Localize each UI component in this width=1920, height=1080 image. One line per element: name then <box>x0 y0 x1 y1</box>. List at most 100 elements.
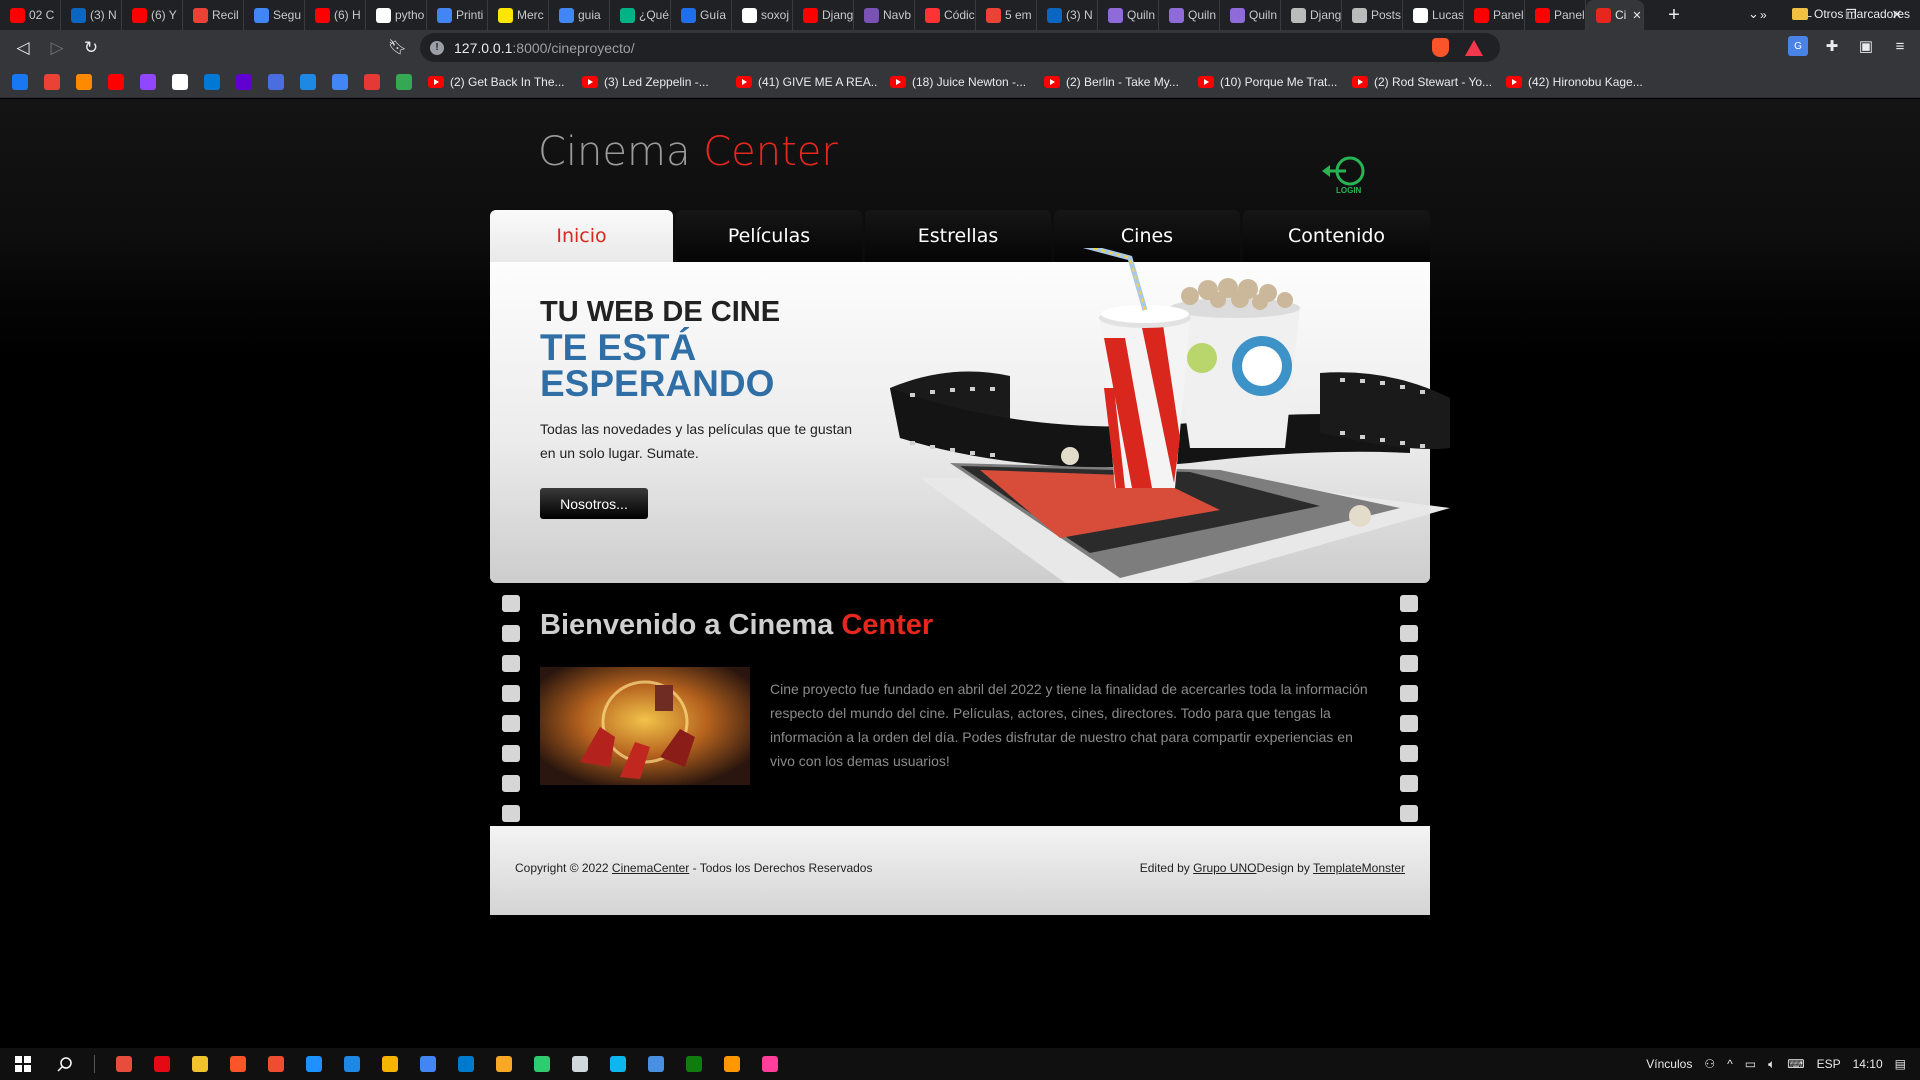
taskbar-app-icon[interactable] <box>371 1048 409 1080</box>
taskbar-app-icon[interactable] <box>181 1048 219 1080</box>
taskbar-app-icon[interactable] <box>219 1048 257 1080</box>
bookmark-favicon-icon[interactable] <box>204 73 220 90</box>
taskbar-app-icon[interactable] <box>675 1048 713 1080</box>
links-toolbar-label[interactable]: Vínculos <box>1646 1057 1692 1071</box>
browser-tab[interactable]: Recil <box>183 0 244 30</box>
login-label[interactable]: LOGIN <box>1336 186 1361 195</box>
bookmark-page-icon[interactable]: 🔖︎ <box>388 38 407 56</box>
taskbar-app-icon[interactable] <box>713 1048 751 1080</box>
nav-tab-inicio[interactable]: Inicio <box>490 210 673 262</box>
translate-icon[interactable]: G <box>1788 36 1808 56</box>
browser-tab-active[interactable]: Ci ✕ <box>1586 0 1644 30</box>
bookmark-item[interactable]: (2) Get Back In The... <box>428 75 570 89</box>
taskbar-app-icon[interactable] <box>485 1048 523 1080</box>
people-icon[interactable]: ⚇ <box>1704 1057 1715 1071</box>
bookmark-item[interactable]: (10) Porque Me Trat... <box>1198 75 1340 89</box>
bookmark-favicon-icon[interactable] <box>396 73 412 90</box>
bookmark-item[interactable]: (2) Rod Stewart - Yo... <box>1352 75 1494 89</box>
tray-chevron-icon[interactable]: ^ <box>1727 1057 1733 1071</box>
bookmark-item[interactable]: (42) Hironobu Kage... <box>1506 75 1648 89</box>
browser-tab[interactable]: (6) Y <box>122 0 183 30</box>
windows-start-icon[interactable] <box>0 1048 46 1080</box>
brave-shields-icon[interactable] <box>1432 38 1449 57</box>
taskbar-app-icon[interactable] <box>637 1048 675 1080</box>
notifications-icon[interactable]: ▤ <box>1895 1057 1906 1071</box>
bookmark-item[interactable]: (3) Led Zeppelin -... <box>582 75 724 89</box>
bookmark-item[interactable]: (41) GIVE ME A REA... <box>736 75 878 89</box>
browser-tab[interactable]: (3) N <box>61 0 122 30</box>
bookmark-favicon-icon[interactable] <box>332 73 348 90</box>
templatemonster-link[interactable]: TemplateMonster <box>1313 861 1405 875</box>
bookmark-favicon-icon[interactable] <box>140 73 156 90</box>
reload-icon[interactable]: ↻ <box>74 38 108 58</box>
close-tab-icon[interactable]: ✕ <box>1632 9 1641 22</box>
browser-tab[interactable]: 5 em <box>976 0 1037 30</box>
bookmark-favicon-icon[interactable] <box>44 73 60 90</box>
taskbar-app-icon[interactable] <box>333 1048 371 1080</box>
other-bookmarks[interactable]: Otros marcadores <box>1792 7 1910 21</box>
extensions-puzzle-icon[interactable]: ✚ <box>1822 36 1842 56</box>
bookmark-favicon-icon[interactable] <box>300 73 316 90</box>
bookmark-item[interactable]: (18) Juice Newton -... <box>890 75 1032 89</box>
bookmark-favicon-icon[interactable] <box>236 73 252 90</box>
keyboard-icon[interactable]: ⌨ <box>1787 1057 1804 1071</box>
browser-tab[interactable]: pytho <box>366 0 427 30</box>
taskbar-app-icon[interactable] <box>409 1048 447 1080</box>
browser-tab[interactable]: Djang <box>793 0 854 30</box>
taskbar-app-icon[interactable] <box>257 1048 295 1080</box>
browser-tab[interactable]: guia <box>549 0 610 30</box>
bookmark-item[interactable]: (2) Berlin - Take My... <box>1044 75 1186 89</box>
cinemacenter-link[interactable]: CinemaCenter <box>612 861 689 875</box>
browser-tab[interactable]: Posts <box>1342 0 1403 30</box>
taskbar-app-icon[interactable] <box>143 1048 181 1080</box>
browser-tab[interactable]: Panel <box>1464 0 1525 30</box>
browser-tab[interactable]: ¿Qué <box>610 0 671 30</box>
language-indicator[interactable]: ESP <box>1817 1057 1841 1071</box>
taskbar-app-icon[interactable] <box>105 1048 143 1080</box>
taskbar-app-icon[interactable] <box>599 1048 637 1080</box>
browser-tab[interactable]: Lucas <box>1403 0 1464 30</box>
browser-tab[interactable]: Segu <box>244 0 305 30</box>
clock[interactable]: 14:10 <box>1853 1057 1883 1071</box>
bookmark-favicon-icon[interactable] <box>76 73 92 90</box>
browser-tab[interactable]: Printi <box>427 0 488 30</box>
taskbar-app-icon[interactable] <box>295 1048 333 1080</box>
bookmark-favicon-icon[interactable] <box>364 73 380 90</box>
new-tab-icon[interactable]: + <box>1658 4 1690 27</box>
browser-tab[interactable]: Quiln <box>1159 0 1220 30</box>
bookmarks-overflow-icon[interactable]: » <box>1760 8 1767 22</box>
browser-tab[interactable]: Navb <box>854 0 915 30</box>
menu-icon[interactable]: ≡ <box>1890 36 1910 56</box>
nav-tab-peliculas[interactable]: Películas <box>676 210 862 262</box>
network-icon[interactable]: ▭ <box>1745 1057 1756 1071</box>
bookmark-favicon-icon[interactable] <box>268 73 284 90</box>
forward-icon[interactable]: ▷ <box>40 38 74 58</box>
wallet-icon[interactable]: ▣ <box>1856 36 1876 56</box>
address-bar[interactable]: ! 127.0.0.1:8000/cineproyecto/ <box>420 33 1500 62</box>
bookmark-favicon-icon[interactable] <box>172 73 188 90</box>
browser-tab[interactable]: soxoj <box>732 0 793 30</box>
browser-tab[interactable]: Merc <box>488 0 549 30</box>
browser-tab[interactable]: Quiln <box>1220 0 1281 30</box>
back-icon[interactable]: ◁ <box>6 38 40 58</box>
bookmark-favicon-icon[interactable] <box>108 73 124 90</box>
browser-tab[interactable]: Guía <box>671 0 732 30</box>
tab-search-chevron-icon[interactable]: ⌄ <box>1748 6 1759 22</box>
nosotros-button[interactable]: Nosotros... <box>540 488 648 519</box>
bookmark-favicon-icon[interactable] <box>12 73 28 90</box>
taskbar-app-icon[interactable] <box>523 1048 561 1080</box>
taskbar-app-icon[interactable] <box>561 1048 599 1080</box>
browser-tab[interactable]: Djang <box>1281 0 1342 30</box>
url-text[interactable]: 127.0.0.1:8000/cineproyecto/ <box>454 40 635 56</box>
brave-rewards-icon[interactable] <box>1465 39 1483 56</box>
site-info-icon[interactable]: ! <box>430 40 444 55</box>
browser-tab[interactable]: 02 C <box>0 0 61 30</box>
site-logo[interactable]: Cinema Center <box>538 129 838 175</box>
taskbar-app-icon[interactable] <box>447 1048 485 1080</box>
browser-tab[interactable]: Códic <box>915 0 976 30</box>
browser-tab[interactable]: Panel <box>1525 0 1586 30</box>
search-icon[interactable] <box>46 1048 84 1080</box>
browser-tab[interactable]: Quiln <box>1098 0 1159 30</box>
browser-tab[interactable]: (6) H <box>305 0 366 30</box>
browser-tab[interactable]: (3) N <box>1037 0 1098 30</box>
